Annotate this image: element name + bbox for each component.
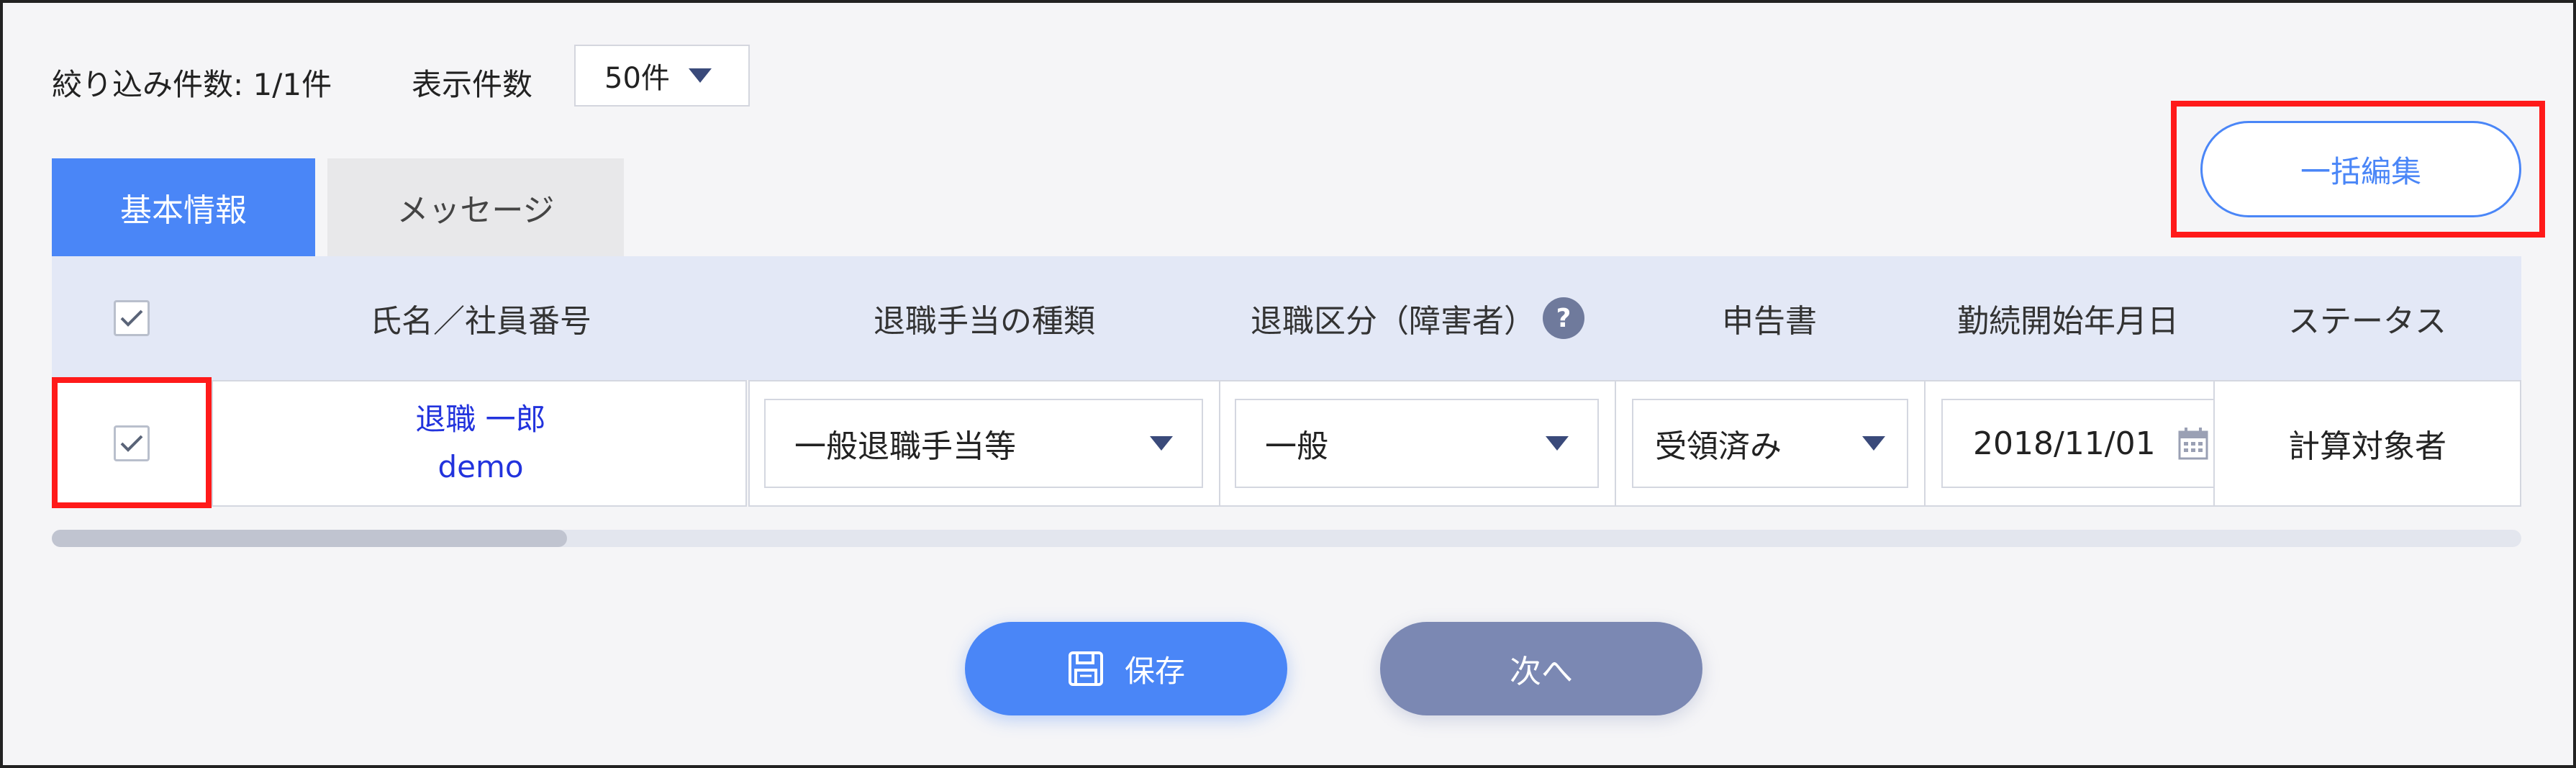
table-header: 氏名／社員番号 退職手当の種類 退職区分（障害者） ? 申告書 勤続開始年月日 …	[52, 256, 2521, 380]
row-checkbox-highlight	[52, 377, 212, 508]
scrollbar-thumb[interactable]	[52, 530, 567, 547]
next-button[interactable]: 次へ	[1380, 622, 1702, 715]
filter-count: 絞り込み件数: 1/1件	[52, 67, 332, 102]
employee-name[interactable]: 退職 一郎	[415, 396, 545, 443]
per-page-select[interactable]: 50件	[574, 45, 750, 107]
header-retirement-class: 退職区分（障害者） ?	[1220, 256, 1615, 380]
floppy-disk-icon	[1068, 651, 1103, 686]
employee-id[interactable]: demo	[437, 443, 523, 491]
next-label: 次へ	[1510, 654, 1573, 690]
tab-basic-info-label: 基本情報	[120, 192, 247, 229]
per-page-label: 表示件数	[412, 67, 533, 102]
tab-messages[interactable]: メッセージ	[327, 158, 624, 256]
retirement-class-select[interactable]: 一般	[1235, 399, 1599, 488]
select-all-checkbox[interactable]	[114, 300, 150, 336]
screen-frame: 絞り込み件数: 1/1件 表示件数 50件 基本情報 メッセージ 一括編集 氏名…	[0, 0, 2576, 768]
header-status: ステータス	[2288, 303, 2446, 340]
header-name: 氏名／社員番号	[370, 303, 591, 340]
retirement-class-value: 一般	[1265, 428, 1328, 465]
save-button[interactable]: 保存	[965, 622, 1287, 715]
bulk-edit-button[interactable]: 一括編集	[2200, 121, 2521, 217]
save-label: 保存	[1124, 653, 1185, 689]
chevron-down-icon	[1862, 436, 1885, 451]
header-retirement-class-label: 退職区分（障害者）	[1251, 303, 1536, 340]
per-page-value: 50件	[604, 62, 670, 95]
status-value: 計算対象者	[2288, 428, 2446, 465]
chevron-down-icon	[1150, 436, 1173, 451]
chevron-down-icon	[688, 68, 712, 83]
allowance-type-value: 一般退職手当等	[794, 428, 1016, 465]
header-select-all-cell	[52, 256, 212, 380]
declaration-value: 受領済み	[1655, 428, 1782, 465]
chevron-down-icon	[1546, 436, 1569, 451]
header-start-date: 勤続開始年月日	[1957, 303, 2179, 340]
allowance-type-select[interactable]: 一般退職手当等	[764, 399, 1203, 488]
tab-basic-info[interactable]: 基本情報	[52, 158, 315, 256]
tab-messages-label: メッセージ	[396, 192, 555, 229]
employee-link[interactable]: 退職 一郎 demo	[214, 396, 747, 491]
header-allowance-type: 退職手当の種類	[874, 303, 1095, 340]
header-declaration: 申告書	[1722, 303, 1817, 340]
bulk-edit-label: 一括編集	[2300, 153, 2421, 189]
declaration-select[interactable]: 受領済み	[1632, 399, 1908, 488]
start-date-value: 2018/11/01	[1973, 425, 2156, 462]
calendar-icon[interactable]	[2177, 426, 2209, 461]
check-icon	[120, 310, 143, 327]
start-date-input[interactable]: 2018/11/01	[1941, 399, 2216, 488]
question-icon[interactable]: ?	[1543, 297, 1584, 339]
